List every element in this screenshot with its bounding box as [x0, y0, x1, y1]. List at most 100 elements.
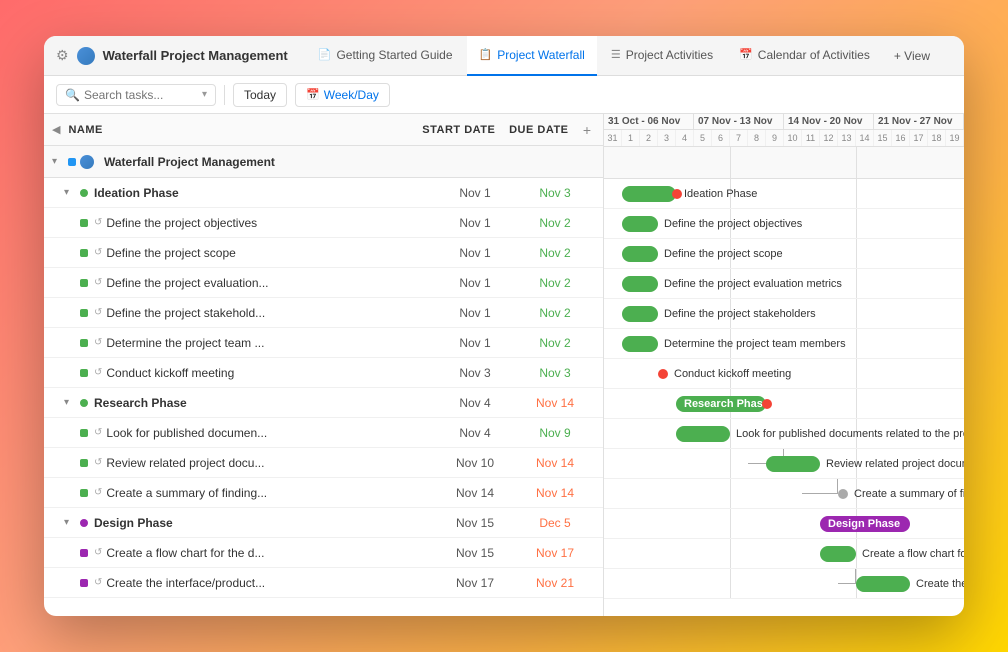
- gantt-bar-label: Determine the project team members: [664, 329, 846, 359]
- task-name: Design Phase: [94, 516, 435, 530]
- add-column-button[interactable]: +: [579, 122, 595, 138]
- table-row[interactable]: ↺ Create a flow chart for the d... Nov 1…: [44, 538, 603, 568]
- tab-getting-started[interactable]: 📄 Getting Started Guide: [306, 36, 465, 76]
- task-square: [80, 549, 88, 557]
- gantt-day: 11: [802, 130, 820, 146]
- gantt-day: 14: [856, 130, 874, 146]
- expand-icon[interactable]: ▾: [64, 517, 76, 528]
- gantt-connector: [838, 569, 856, 584]
- app-title: Waterfall Project Management: [103, 48, 288, 63]
- start-date: Nov 15: [435, 516, 515, 530]
- week-day-label: Week/Day: [324, 88, 379, 102]
- gantt-row: Define the project stakeholders: [604, 299, 964, 329]
- gantt-day: 7: [730, 130, 748, 146]
- collapse-icon[interactable]: ◀: [52, 123, 60, 136]
- gantt-bar-ideation[interactable]: [622, 186, 676, 202]
- table-row[interactable]: ↺ Conduct kickoff meeting Nov 3 Nov 3: [44, 358, 603, 388]
- col-name-header: NAME: [68, 124, 418, 136]
- table-row[interactable]: ↺ Create a summary of finding... Nov 14 …: [44, 478, 603, 508]
- gantt-row: Ideation Phase: [604, 179, 964, 209]
- due-date: Nov 3: [515, 366, 595, 380]
- gantt-bar-design[interactable]: Design Phase: [820, 516, 910, 532]
- toolbar: 🔍 ▾ Today 📅 Week/Day: [44, 76, 964, 114]
- task-square: [80, 219, 88, 227]
- task-panel: ◀ NAME Start Date Due Date + ▾ Waterfall…: [44, 114, 604, 616]
- tab-project-activities-label: Project Activities: [626, 48, 713, 62]
- gantt-bar-label: Conduct kickoff meeting: [674, 359, 791, 389]
- gantt-bar[interactable]: [622, 246, 658, 262]
- tab-project-waterfall[interactable]: 📋 Project Waterfall: [467, 36, 597, 76]
- app-logo: [77, 47, 95, 65]
- gantt-row: Create the inter...: [604, 569, 964, 599]
- search-box[interactable]: 🔍 ▾: [56, 84, 216, 106]
- task-name: Define the project stakehold...: [106, 306, 435, 320]
- gantt-day: 13: [838, 130, 856, 146]
- task-name: Create a summary of finding...: [106, 486, 435, 500]
- expand-icon[interactable]: ▾: [64, 187, 76, 198]
- subtask-icon: ↺: [94, 307, 102, 318]
- due-date: Nov 14: [515, 396, 595, 410]
- add-view-label: + View: [894, 49, 930, 63]
- expand-icon[interactable]: ▾: [52, 156, 64, 167]
- gantt-week: 14 Nov - 20 Nov: [784, 114, 874, 129]
- today-button[interactable]: Today: [233, 83, 287, 107]
- grid-icon: ☰: [611, 48, 621, 61]
- task-square: [80, 339, 88, 347]
- gantt-week: 31 Oct - 06 Nov: [604, 114, 694, 129]
- tab-getting-started-label: Getting Started Guide: [336, 48, 452, 62]
- subtask-icon: ↺: [94, 577, 102, 588]
- task-name: Look for published documen...: [106, 426, 435, 440]
- task-square: [80, 489, 88, 497]
- gantt-bar-label: Review related project documents found..…: [826, 449, 964, 479]
- table-row[interactable]: ↺ Create the interface/product... Nov 17…: [44, 568, 603, 598]
- gantt-day: 18: [928, 130, 946, 146]
- gantt-bar[interactable]: [766, 456, 820, 472]
- start-date: Nov 1: [435, 246, 515, 260]
- search-input[interactable]: [84, 88, 184, 102]
- due-date: Nov 14: [515, 456, 595, 470]
- task-name: Define the project evaluation...: [106, 276, 435, 290]
- table-row[interactable]: ↺ Look for published documen... Nov 4 No…: [44, 418, 603, 448]
- week-day-button[interactable]: 📅 Week/Day: [295, 83, 390, 107]
- table-row[interactable]: ▾ Research Phase Nov 4 Nov 14: [44, 388, 603, 418]
- table-row[interactable]: ▾ Design Phase Nov 15 Dec 5: [44, 508, 603, 538]
- gantt-bar[interactable]: [622, 276, 658, 292]
- settings-icon[interactable]: ⚙: [56, 47, 69, 64]
- gantt-bar[interactable]: [622, 216, 658, 232]
- gantt-bar[interactable]: [820, 546, 856, 562]
- table-row[interactable]: ▾ Ideation Phase Nov 1 Nov 3: [44, 178, 603, 208]
- gantt-bar-research[interactable]: Research Phase: [676, 396, 766, 412]
- gantt-day: 3: [658, 130, 676, 146]
- add-view-button[interactable]: + View: [884, 36, 940, 76]
- gantt-bar-label: Define the project evaluation metrics: [664, 269, 842, 299]
- gantt-bar[interactable]: [622, 306, 658, 322]
- gantt-bar-label: Define the project objectives: [664, 209, 802, 239]
- task-name: Ideation Phase: [94, 186, 435, 200]
- gantt-bar[interactable]: [856, 576, 910, 592]
- start-date: Nov 1: [435, 216, 515, 230]
- tab-calendar[interactable]: 📅 Calendar of Activities: [727, 36, 882, 76]
- table-row[interactable]: ↺ Define the project objectives Nov 1 No…: [44, 208, 603, 238]
- table-row[interactable]: ▾ Waterfall Project Management: [44, 146, 603, 178]
- gantt-bar[interactable]: [676, 426, 730, 442]
- gantt-bar[interactable]: [622, 336, 658, 352]
- table-row[interactable]: ↺ Define the project stakehold... Nov 1 …: [44, 298, 603, 328]
- task-dot: [80, 189, 88, 197]
- task-name: Define the project scope: [106, 246, 435, 260]
- gantt-row: Create a flow chart for the...: [604, 539, 964, 569]
- table-row[interactable]: ↺ Review related project docu... Nov 10 …: [44, 448, 603, 478]
- search-icon: 🔍: [65, 88, 80, 102]
- table-row[interactable]: ↺ Define the project scope Nov 1 Nov 2: [44, 238, 603, 268]
- calendar-icon: 📅: [739, 48, 753, 61]
- chevron-down-icon: ▾: [202, 89, 207, 100]
- expand-icon[interactable]: ▾: [64, 397, 76, 408]
- table-row[interactable]: ↺ Define the project evaluation... Nov 1…: [44, 268, 603, 298]
- gantt-day: 5: [694, 130, 712, 146]
- gantt-bar-label: Ideation Phase: [684, 179, 757, 209]
- task-square: [80, 249, 88, 257]
- subtask-icon: ↺: [94, 277, 102, 288]
- tab-project-activities[interactable]: ☰ Project Activities: [599, 36, 725, 76]
- gantt-row: Review related project documents found..…: [604, 449, 964, 479]
- due-date: Nov 3: [515, 186, 595, 200]
- table-row[interactable]: ↺ Determine the project team ... Nov 1 N…: [44, 328, 603, 358]
